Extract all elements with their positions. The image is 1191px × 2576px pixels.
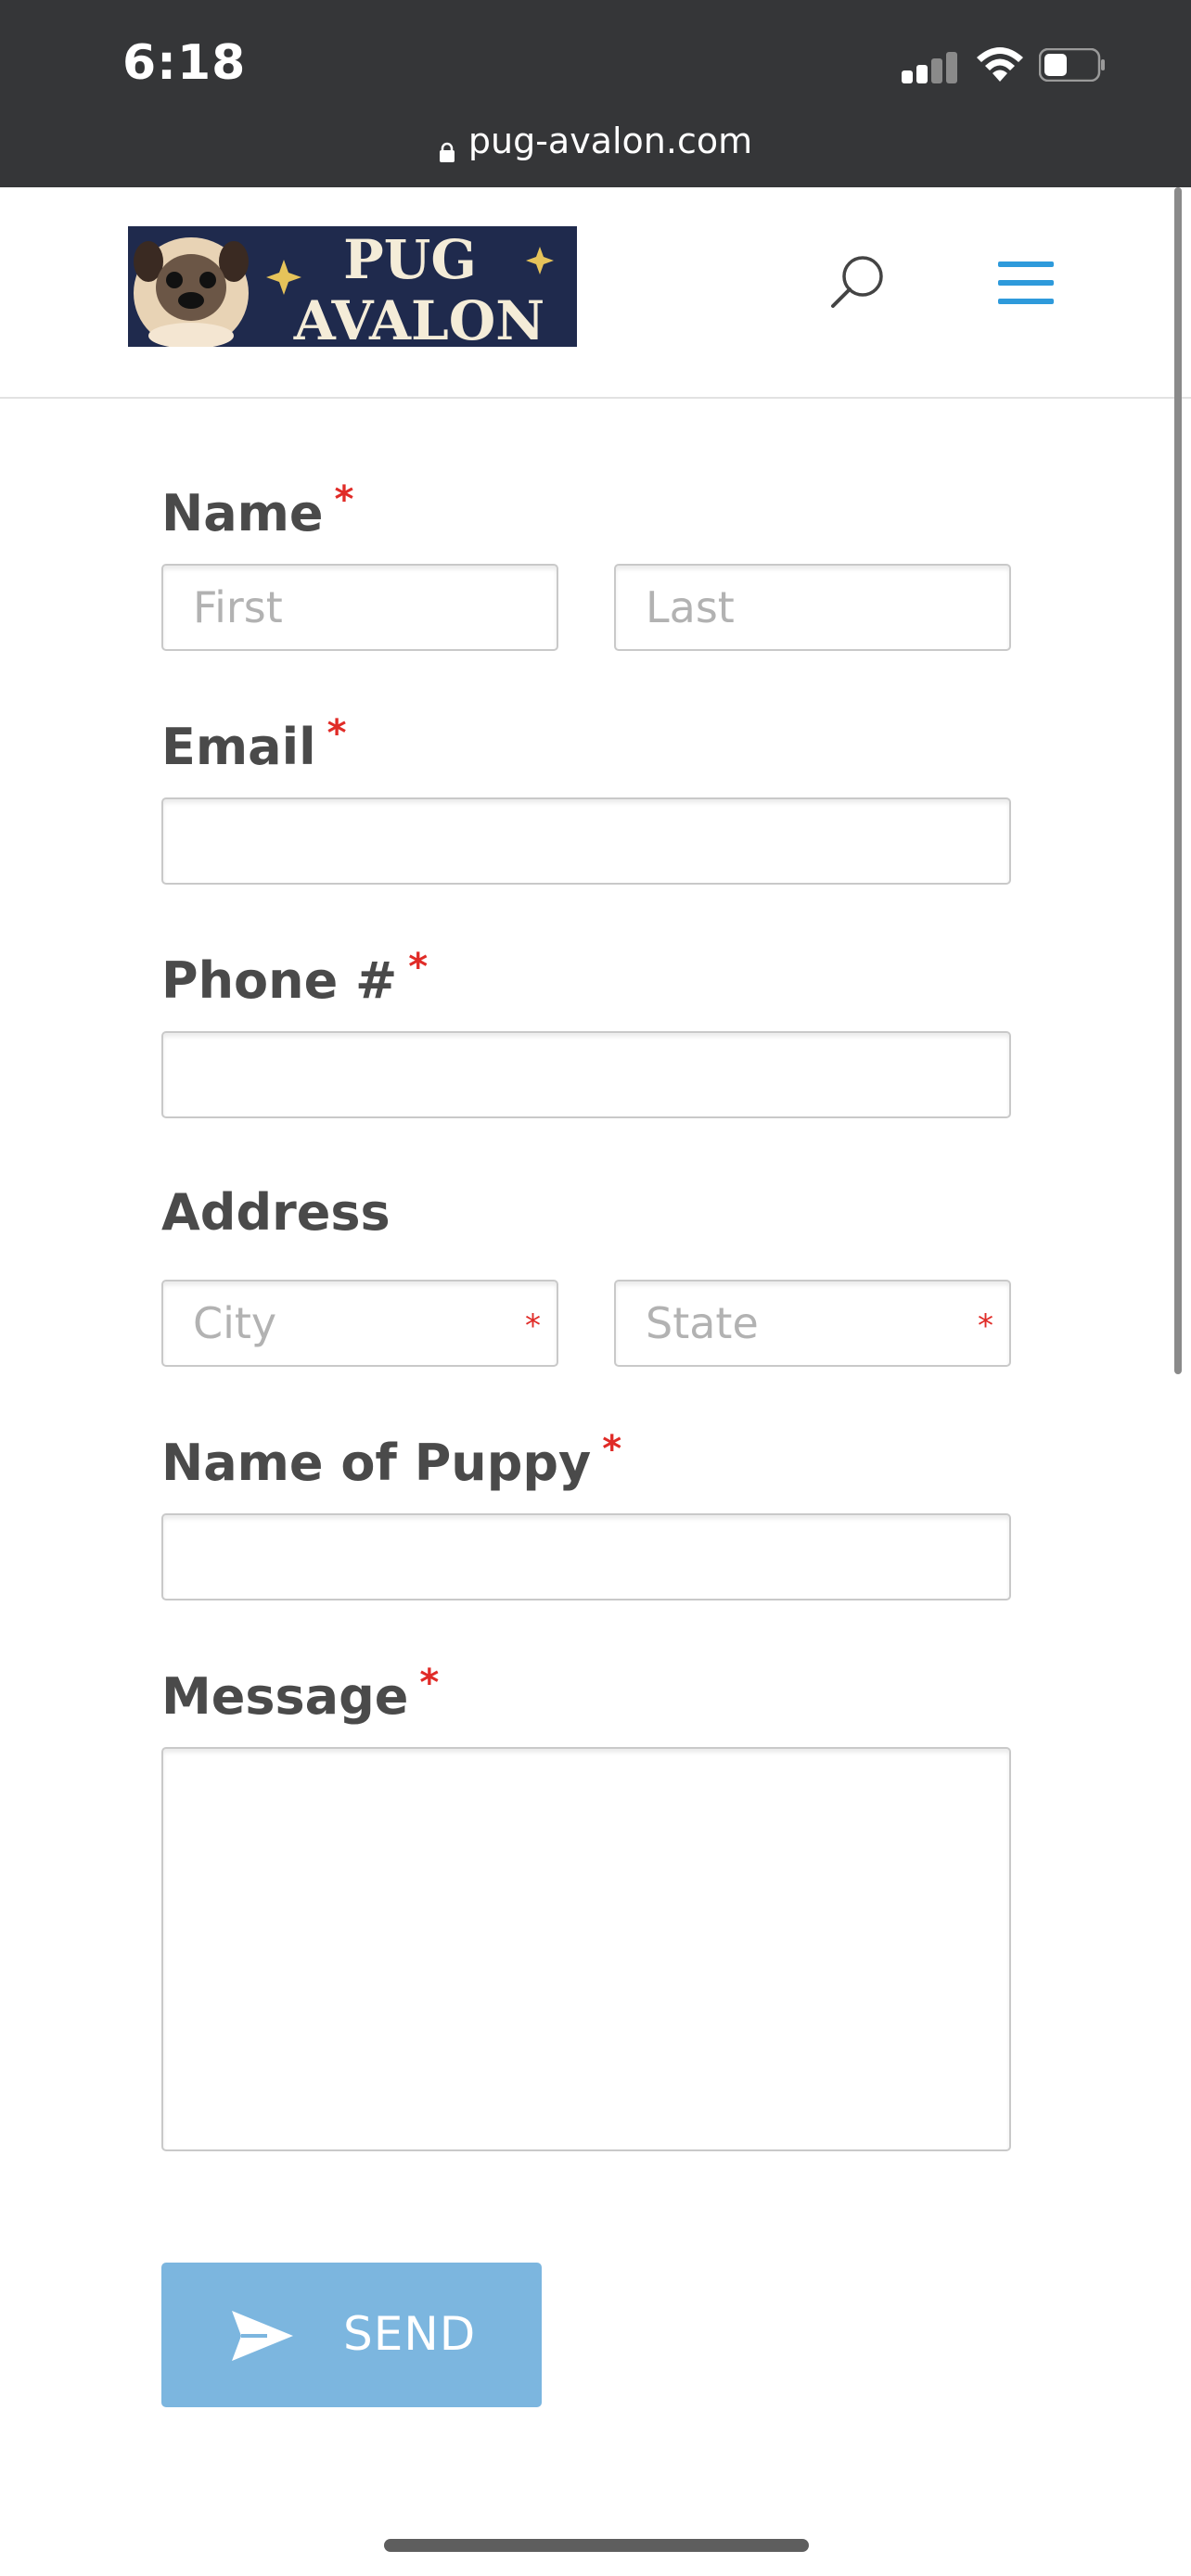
cellular-signal-icon — [902, 52, 957, 83]
phone-input[interactable] — [161, 1031, 1011, 1118]
home-indicator[interactable] — [384, 2539, 809, 2552]
name-label: Name * — [161, 478, 354, 542]
required-marker: * — [419, 1662, 440, 1704]
email-label: Email * — [161, 712, 347, 776]
state-input[interactable] — [614, 1280, 1011, 1367]
address-label: Address — [161, 1183, 391, 1242]
required-marker: * — [334, 478, 354, 521]
browser-chrome: 6:18 pug-avalon.com — [0, 0, 1191, 187]
paper-plane-icon — [232, 2311, 293, 2361]
message-label: Message * — [161, 1662, 440, 1726]
required-marker: * — [408, 946, 429, 988]
last-name-input[interactable] — [614, 564, 1011, 651]
wifi-icon — [977, 47, 1023, 82]
city-required-marker: * — [525, 1307, 541, 1345]
search-icon[interactable] — [826, 250, 890, 315]
send-button[interactable]: SEND — [161, 2263, 542, 2407]
state-required-marker: * — [978, 1307, 993, 1345]
required-marker: * — [602, 1428, 622, 1471]
status-time: 6:18 — [122, 35, 247, 91]
message-textarea[interactable] — [161, 1747, 1011, 2151]
page-scrollbar[interactable] — [1174, 187, 1182, 1374]
logo-text-pug: PUG — [343, 228, 477, 291]
battery-icon — [1039, 48, 1105, 82]
puppy-name-label: Name of Puppy * — [161, 1428, 622, 1492]
site-header: PUG AVALON — [0, 187, 1191, 399]
first-name-input[interactable] — [161, 564, 558, 651]
email-input[interactable] — [161, 797, 1011, 885]
required-marker: * — [327, 712, 347, 755]
send-label: SEND — [343, 2307, 477, 2361]
url-bar[interactable]: pug-avalon.com — [0, 121, 1191, 176]
phone-label: Phone # * — [161, 946, 429, 1010]
city-input[interactable] — [161, 1280, 558, 1367]
logo-text-avalon: AVALON — [293, 289, 545, 347]
puppy-name-input[interactable] — [161, 1513, 1011, 1600]
hamburger-menu-icon[interactable] — [996, 258, 1056, 308]
url-text: pug-avalon.com — [467, 121, 753, 161]
pug-avalon-logo[interactable]: PUG AVALON — [128, 226, 577, 347]
lock-icon — [439, 130, 455, 162]
